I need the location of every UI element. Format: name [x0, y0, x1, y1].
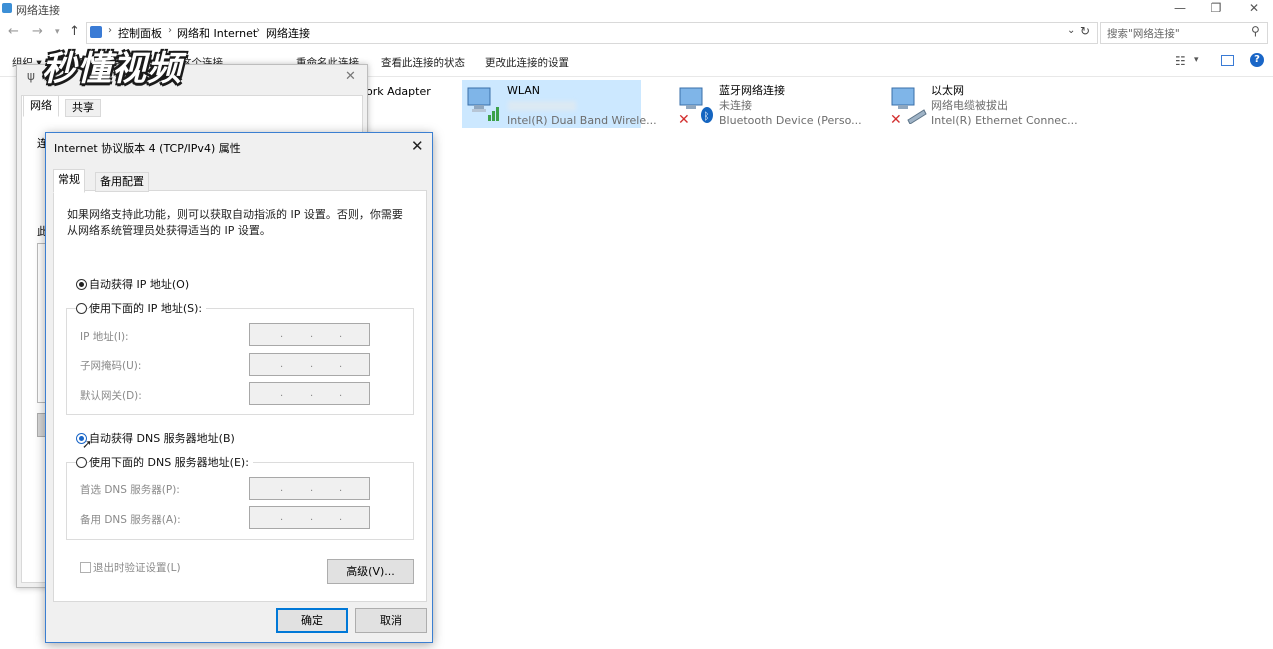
gateway-label: 默认网关(D):: [80, 390, 142, 402]
preferred-dns-label: 首选 DNS 服务器(P):: [80, 484, 180, 496]
validate-checkbox[interactable]: [80, 562, 91, 573]
ethernet-device: Intel(R) Ethernet Connec...: [931, 114, 1078, 127]
back-dialog-close-icon[interactable]: ✕: [345, 69, 356, 84]
ethernet-adapter-icon: ✕: [890, 87, 927, 124]
back-arrow-icon[interactable]: ←: [8, 24, 19, 39]
blurred-ssid: [508, 101, 576, 111]
mouse-cursor-icon: ➚: [82, 437, 93, 451]
cancel-button[interactable]: 取消: [355, 608, 427, 633]
refresh-icon[interactable]: ↻: [1080, 24, 1090, 38]
tab-network[interactable]: 网络: [23, 95, 59, 117]
view-status-command[interactable]: 查看此连接的状态: [381, 55, 465, 70]
adapter-tile-ethernet[interactable]: ✕ 以太网 网络电缆被拔出 Intel(R) Ethernet Connec..…: [886, 80, 1078, 128]
validate-label[interactable]: 退出时验证设置(L): [93, 560, 181, 575]
ok-button[interactable]: 确定: [276, 608, 348, 633]
search-placeholder: 搜索"网络连接": [1107, 28, 1180, 40]
svg-text:✕: ✕: [890, 112, 902, 124]
view-dropdown-icon[interactable]: ▾: [1194, 55, 1199, 65]
recent-chevron-icon[interactable]: ▾: [55, 27, 60, 37]
window-title: 网络连接: [16, 4, 60, 17]
restore-button[interactable]: ❐: [1196, 0, 1236, 20]
dialog-title: Internet 协议版本 4 (TCP/IPv4) 属性: [54, 142, 241, 155]
search-icon[interactable]: ⚲: [1251, 24, 1260, 38]
ip-address-label: IP 地址(I):: [80, 331, 129, 343]
title-bar: 网络连接 — ❐ ✕: [0, 0, 1273, 20]
bluetooth-adapter-icon: ✕ ᛒ: [678, 87, 713, 124]
bluetooth-status: 未连接: [719, 99, 752, 112]
adapter-icon: ψ: [27, 69, 35, 83]
change-settings-command[interactable]: 更改此连接的设置: [485, 55, 569, 70]
wlan-adapter-icon: [467, 87, 499, 121]
preview-pane-icon[interactable]: [1221, 55, 1234, 66]
ip-auto-radio[interactable]: [76, 279, 87, 290]
address-bar[interactable]: › 控制面板 › 网络和 Internet › 网络连接 ⌄ ↻: [86, 22, 1098, 44]
intro-text: 如果网络支持此功能，则可以获取自动指派的 IP 设置。否则，你需要从网络系统管理…: [67, 208, 403, 237]
subnet-mask-label: 子网掩码(U):: [80, 360, 142, 372]
ethernet-name: 以太网: [931, 84, 964, 97]
help-icon[interactable]: ?: [1250, 53, 1264, 67]
tab-alternate-config[interactable]: 备用配置: [95, 172, 149, 192]
up-arrow-icon[interactable]: ↑: [69, 24, 80, 39]
alternate-dns-label: 备用 DNS 服务器(A):: [80, 514, 181, 526]
address-dropdown-icon[interactable]: ⌄: [1067, 25, 1075, 36]
gateway-field[interactable]: ...: [249, 382, 370, 405]
breadcrumb-network-connections[interactable]: 网络连接: [266, 25, 310, 41]
ip-manual-radio[interactable]: [76, 303, 87, 314]
minimize-button[interactable]: —: [1160, 0, 1200, 20]
wlan-device: Intel(R) Dual Band Wirele...: [507, 114, 657, 127]
ipv4-properties-dialog: Internet 协议版本 4 (TCP/IPv4) 属性 ✕ 如果网络支持此功…: [45, 132, 433, 643]
tab-general[interactable]: 常规: [53, 169, 85, 193]
bluetooth-name: 蓝牙网络连接: [719, 84, 785, 97]
control-panel-icon: [90, 26, 102, 38]
adapter-tile-wlan[interactable]: WLAN Intel(R) Dual Band Wirele...: [462, 80, 657, 128]
advanced-button[interactable]: 高级(V)...: [327, 559, 414, 584]
network-folder-icon: [2, 3, 12, 13]
dns-manual-radio[interactable]: [76, 457, 87, 468]
ip-manual-label[interactable]: 使用下面的 IP 地址(S):: [89, 300, 207, 316]
view-options-icon[interactable]: ☷: [1175, 54, 1186, 68]
search-box[interactable]: 搜索"网络连接" ⚲: [1100, 22, 1268, 44]
dialog-close-icon[interactable]: ✕: [411, 137, 424, 155]
ip-address-field[interactable]: ...: [249, 323, 370, 346]
wlan-name: WLAN: [507, 84, 541, 97]
breadcrumb-control-panel[interactable]: 控制面板: [118, 25, 162, 41]
ethernet-status: 网络电缆被拔出: [931, 99, 1008, 112]
dns-manual-label[interactable]: 使用下面的 DNS 服务器地址(E):: [89, 454, 253, 470]
adapter-tile-bluetooth[interactable]: ✕ ᛒ 蓝牙网络连接 未连接 Bluetooth Device (Perso..…: [674, 80, 862, 128]
breadcrumb-network-internet[interactable]: 网络和 Internet: [177, 25, 257, 41]
ip-auto-label[interactable]: 自动获得 IP 地址(O): [89, 276, 189, 292]
preferred-dns-field[interactable]: ...: [249, 477, 370, 500]
tab-sharing[interactable]: 共享: [65, 99, 101, 117]
subnet-mask-field[interactable]: ...: [249, 353, 370, 376]
address-row: ← → ▾ ↑ › 控制面板 › 网络和 Internet › 网络连接 ⌄ ↻…: [0, 20, 1273, 46]
watermark-logo: 秒懂视频: [42, 49, 182, 89]
dns-auto-label[interactable]: 自动获得 DNS 服务器地址(B): [89, 430, 235, 446]
close-button[interactable]: ✕: [1234, 0, 1273, 20]
forward-arrow-icon[interactable]: →: [32, 24, 43, 39]
svg-text:ᛒ: ᛒ: [704, 112, 710, 123]
general-tab-panel: 如果网络支持此功能，则可以获取自动指派的 IP 设置。否则，你需要从网络系统管理…: [53, 190, 427, 602]
alternate-dns-field[interactable]: ...: [249, 506, 370, 529]
svg-text:✕: ✕: [678, 112, 690, 124]
bluetooth-device: Bluetooth Device (Perso...: [719, 114, 862, 127]
